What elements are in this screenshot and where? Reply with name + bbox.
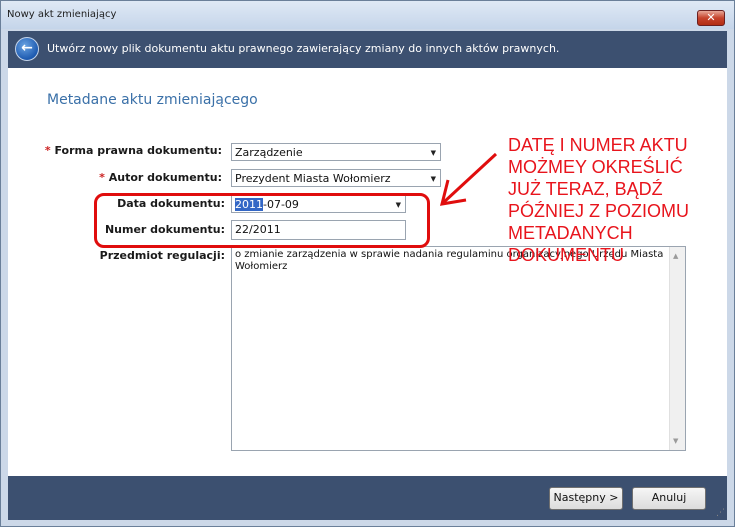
annotation-text: DATĘ I NUMER AKTU MOŻMEY OKREŚLIĆ JUŻ TE… xyxy=(508,134,733,266)
close-icon: ✕ xyxy=(706,11,716,24)
close-button[interactable]: ✕ xyxy=(697,10,725,26)
dialog-window: Nowy akt zmieniający ✕ ← Utwórz nowy pli… xyxy=(0,0,735,527)
arrow-shaft xyxy=(442,152,498,204)
title-bar: Nowy akt zmieniający ✕ xyxy=(1,1,734,29)
annotation-line: PÓŹNIEJ Z POZIOMU xyxy=(508,201,690,221)
wizard-footer: Następny > Anuluj ⋰ xyxy=(8,476,727,520)
annotation-line: DATĘ I NUMER AKTU xyxy=(508,135,688,155)
wizard-header: ← Utwórz nowy plik dokumentu aktu prawne… xyxy=(8,31,727,68)
header-description: Utwórz nowy plik dokumentu aktu prawnego… xyxy=(47,42,560,55)
annotation-line: MOŻMEY OKREŚLIĆ xyxy=(508,157,683,177)
resize-grip-icon[interactable]: ⋰ xyxy=(716,508,725,518)
annotation-arrow xyxy=(439,152,498,206)
window-title: Nowy akt zmieniający xyxy=(7,9,117,20)
cancel-button[interactable]: Anuluj xyxy=(632,487,706,510)
annotation-line: JUŻ TERAZ, BĄDŹ xyxy=(508,179,663,199)
annotation-line: DOKUMENTU xyxy=(508,245,624,265)
back-arrow-icon: ← xyxy=(21,40,33,56)
form-content: Metadane aktu zmieniającego * Forma praw… xyxy=(8,68,727,476)
annotation-line: METADANYCH xyxy=(508,223,633,243)
back-button[interactable]: ← xyxy=(15,37,39,61)
next-button[interactable]: Następny > xyxy=(549,487,623,510)
